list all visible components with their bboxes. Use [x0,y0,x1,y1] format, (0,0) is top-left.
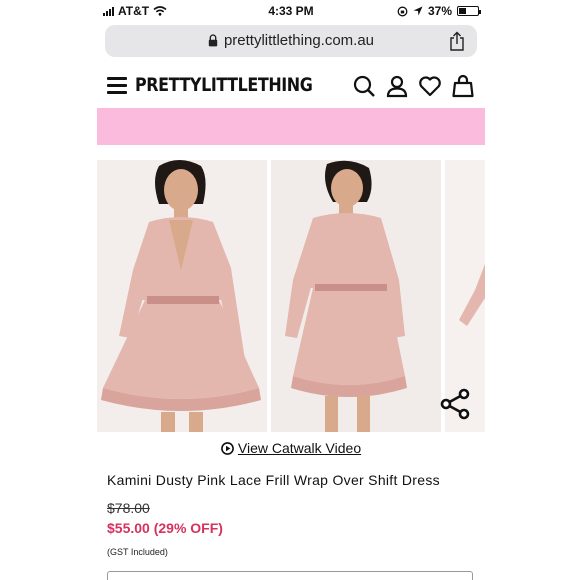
site-logo[interactable]: PRETTYLITTLETHING [135,74,313,96]
size-select[interactable] [107,571,473,580]
sale-price: $55.00 (29% OFF) [107,520,223,536]
promo-banner[interactable] [97,108,485,145]
catwalk-video-link[interactable]: View Catwalk Video [97,440,485,456]
product-gallery[interactable] [97,160,485,432]
wishlist-heart-icon[interactable] [418,74,442,98]
bag-icon[interactable] [451,74,475,98]
account-icon[interactable] [385,74,409,98]
lock-icon [208,34,218,47]
catwalk-video-text[interactable]: View Catwalk Video [238,440,361,456]
site-header: PRETTYLITTLETHING [97,64,485,108]
play-icon [220,442,234,455]
battery-fill [459,8,466,14]
url-display: prettylittlething.com.au [105,32,477,49]
original-price: $78.00 [107,500,150,516]
menu-icon[interactable] [107,77,127,94]
search-icon[interactable] [352,74,376,98]
status-right: 37% [397,4,481,18]
url-bar[interactable]: prettylittlething.com.au [105,25,477,57]
battery-percent: 37% [427,4,452,18]
share-icon[interactable] [449,31,465,51]
product-photo-back[interactable] [271,160,441,432]
share-network-icon[interactable] [439,388,471,420]
rotation-lock-icon [397,6,408,16]
location-arrow-icon [413,6,423,16]
product-title: Kamini Dusty Pink Lace Frill Wrap Over S… [107,472,440,488]
url-text: prettylittlething.com.au [223,32,375,49]
gst-note: (GST Included) [107,547,168,557]
header-icons [352,74,475,98]
product-photo-front[interactable] [97,160,267,432]
battery-icon [457,6,481,16]
status-bar: AT&T 4:33 PM 37% [97,0,485,22]
phone-screen: AT&T 4:33 PM 37% prettylittlething.com.a… [97,0,485,580]
